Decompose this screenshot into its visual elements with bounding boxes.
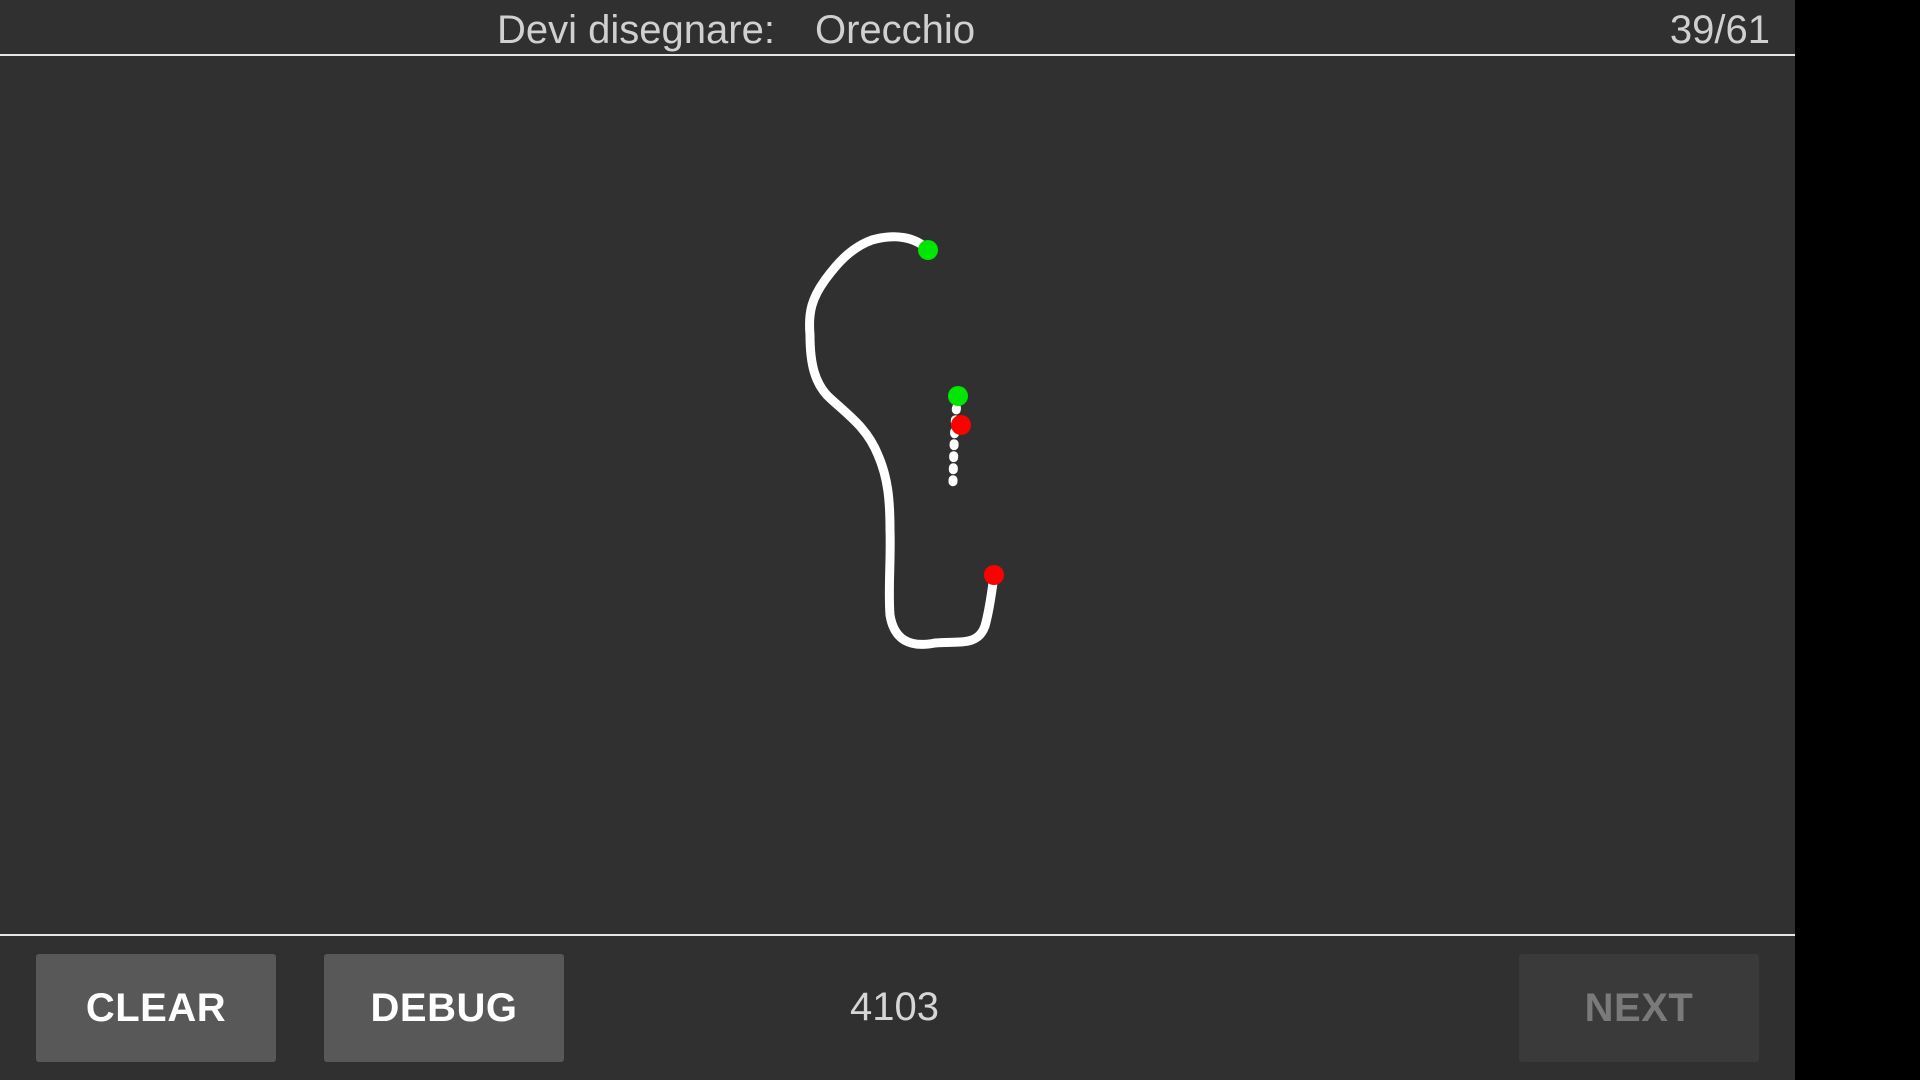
stroke-end-marker	[951, 415, 971, 435]
debug-button[interactable]: DEBUG	[324, 954, 564, 1062]
prompt-label: Devi disegnare:	[497, 8, 775, 52]
clear-button[interactable]: CLEAR	[36, 954, 276, 1062]
prompt-word: Orecchio	[815, 8, 976, 52]
stroke-point-counter: 4103	[850, 985, 939, 1029]
next-button[interactable]: NEXT	[1519, 954, 1759, 1062]
progress-counter: 39/61	[1669, 8, 1770, 52]
drawing-canvas[interactable]	[0, 57, 1795, 934]
stroke-start-marker	[948, 386, 968, 406]
stroke-ear-outline	[805, 232, 999, 649]
stroke-end-marker	[984, 565, 1004, 585]
footer-divider	[0, 934, 1795, 936]
stroke-inner-line	[948, 391, 963, 487]
stroke-start-marker	[918, 240, 938, 260]
header-bar: Devi disegnare: Orecchio 39/61	[0, 0, 1795, 56]
drawing-app: Devi disegnare: Orecchio 39/61 CLEAR DEB…	[0, 0, 1795, 1080]
